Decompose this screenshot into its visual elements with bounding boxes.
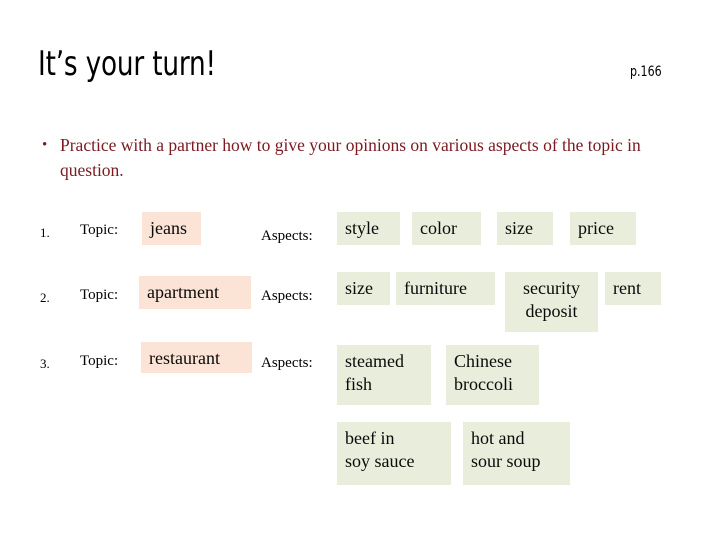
aspect-chip-1-4[interactable]: price [570,212,636,245]
aspect-chip-1-3[interactable]: size [497,212,553,245]
topic-chip-1[interactable]: jeans [142,212,201,245]
aspects-label-1: Aspects: [261,228,313,244]
topic-chip-2[interactable]: apartment [139,276,251,309]
aspect-chip-3-3[interactable]: beef in soy sauce [337,422,451,485]
exercise-number-1: 1. [40,225,50,240]
aspect-chip-2-2[interactable]: furniture [396,272,495,305]
topic-label-3: Topic: [80,353,119,369]
exercise-number-2: 2. [40,290,50,305]
aspect-chip-1-1[interactable]: style [337,212,400,245]
exercise-number-3: 3. [40,356,50,371]
aspect-chip-3-4[interactable]: hot and sour soup [463,422,570,485]
aspect-chip-2-3[interactable]: security deposit [505,272,598,332]
instruction-text: Practice with a partner how to give your… [60,135,641,180]
aspects-label-3: Aspects: [261,355,313,371]
bullet-marker-icon: • [42,137,48,153]
aspect-chip-3-2[interactable]: Chinese broccoli [446,345,539,405]
page-title: It’s your turn! [38,44,216,84]
aspect-chip-2-4[interactable]: rent [605,272,661,305]
topic-label-1: Topic: [80,222,119,238]
topic-chip-3[interactable]: restaurant [141,342,252,373]
aspect-chip-2-1[interactable]: size [337,272,390,305]
slide-canvas: It’s your turn! p.166 • Practice with a … [0,0,720,540]
topic-label-2: Topic: [80,287,119,303]
page-reference: p.166 [630,64,662,80]
instruction-bullet: • Practice with a partner how to give yo… [38,133,678,183]
aspects-label-2: Aspects: [261,288,313,304]
aspect-chip-3-1[interactable]: steamed fish [337,345,431,405]
aspect-chip-1-2[interactable]: color [412,212,481,245]
